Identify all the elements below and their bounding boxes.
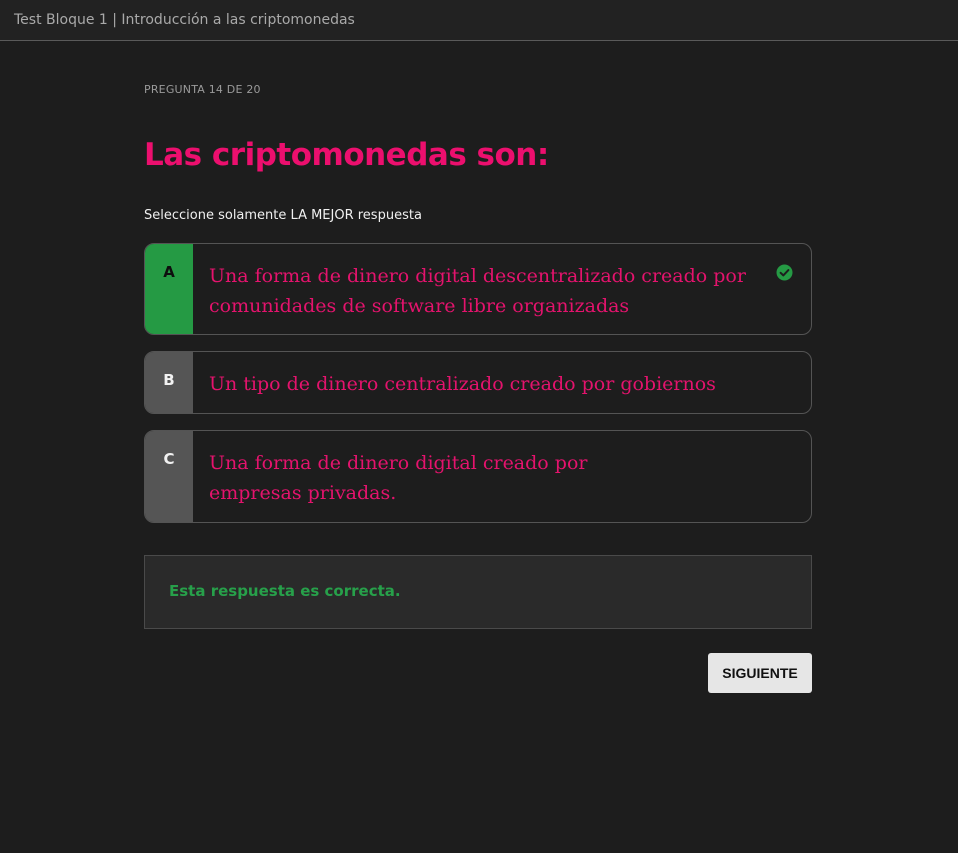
question-progress: PREGUNTA 14 DE 20: [144, 83, 261, 96]
title-bar: Test Bloque 1 | Introducción a las cript…: [0, 0, 958, 41]
question-title: Las criptomonedas son:: [144, 137, 549, 173]
option-text: Una forma de dinero digital descentraliz…: [209, 265, 746, 317]
option-letter-badge: B: [145, 352, 193, 413]
option-letter: B: [163, 371, 175, 389]
question-instruction: Seleccione solamente LA MEJOR respuesta: [144, 208, 422, 223]
check-circle-icon: [776, 264, 793, 281]
answer-option-c[interactable]: C Una forma de dinero digital creado por…: [144, 430, 812, 523]
option-text: Un tipo de dinero centralizado creado po…: [209, 373, 716, 395]
option-letter: C: [163, 450, 175, 468]
option-letter-badge: A: [145, 244, 193, 334]
answer-option-b[interactable]: B Un tipo de dinero centralizado creado …: [144, 351, 812, 414]
option-letter-badge: C: [145, 431, 193, 522]
option-text: Una forma de dinero digital creado por e…: [209, 452, 588, 504]
next-button[interactable]: SIGUIENTE: [708, 653, 812, 693]
feedback-box: Esta respuesta es correcta.: [144, 555, 812, 629]
feedback-message: Esta respuesta es correcta.: [169, 582, 401, 600]
window-title: Test Bloque 1 | Introducción a las cript…: [14, 12, 355, 28]
option-letter: A: [163, 263, 175, 281]
answer-option-a[interactable]: A Una forma de dinero digital descentral…: [144, 243, 812, 335]
